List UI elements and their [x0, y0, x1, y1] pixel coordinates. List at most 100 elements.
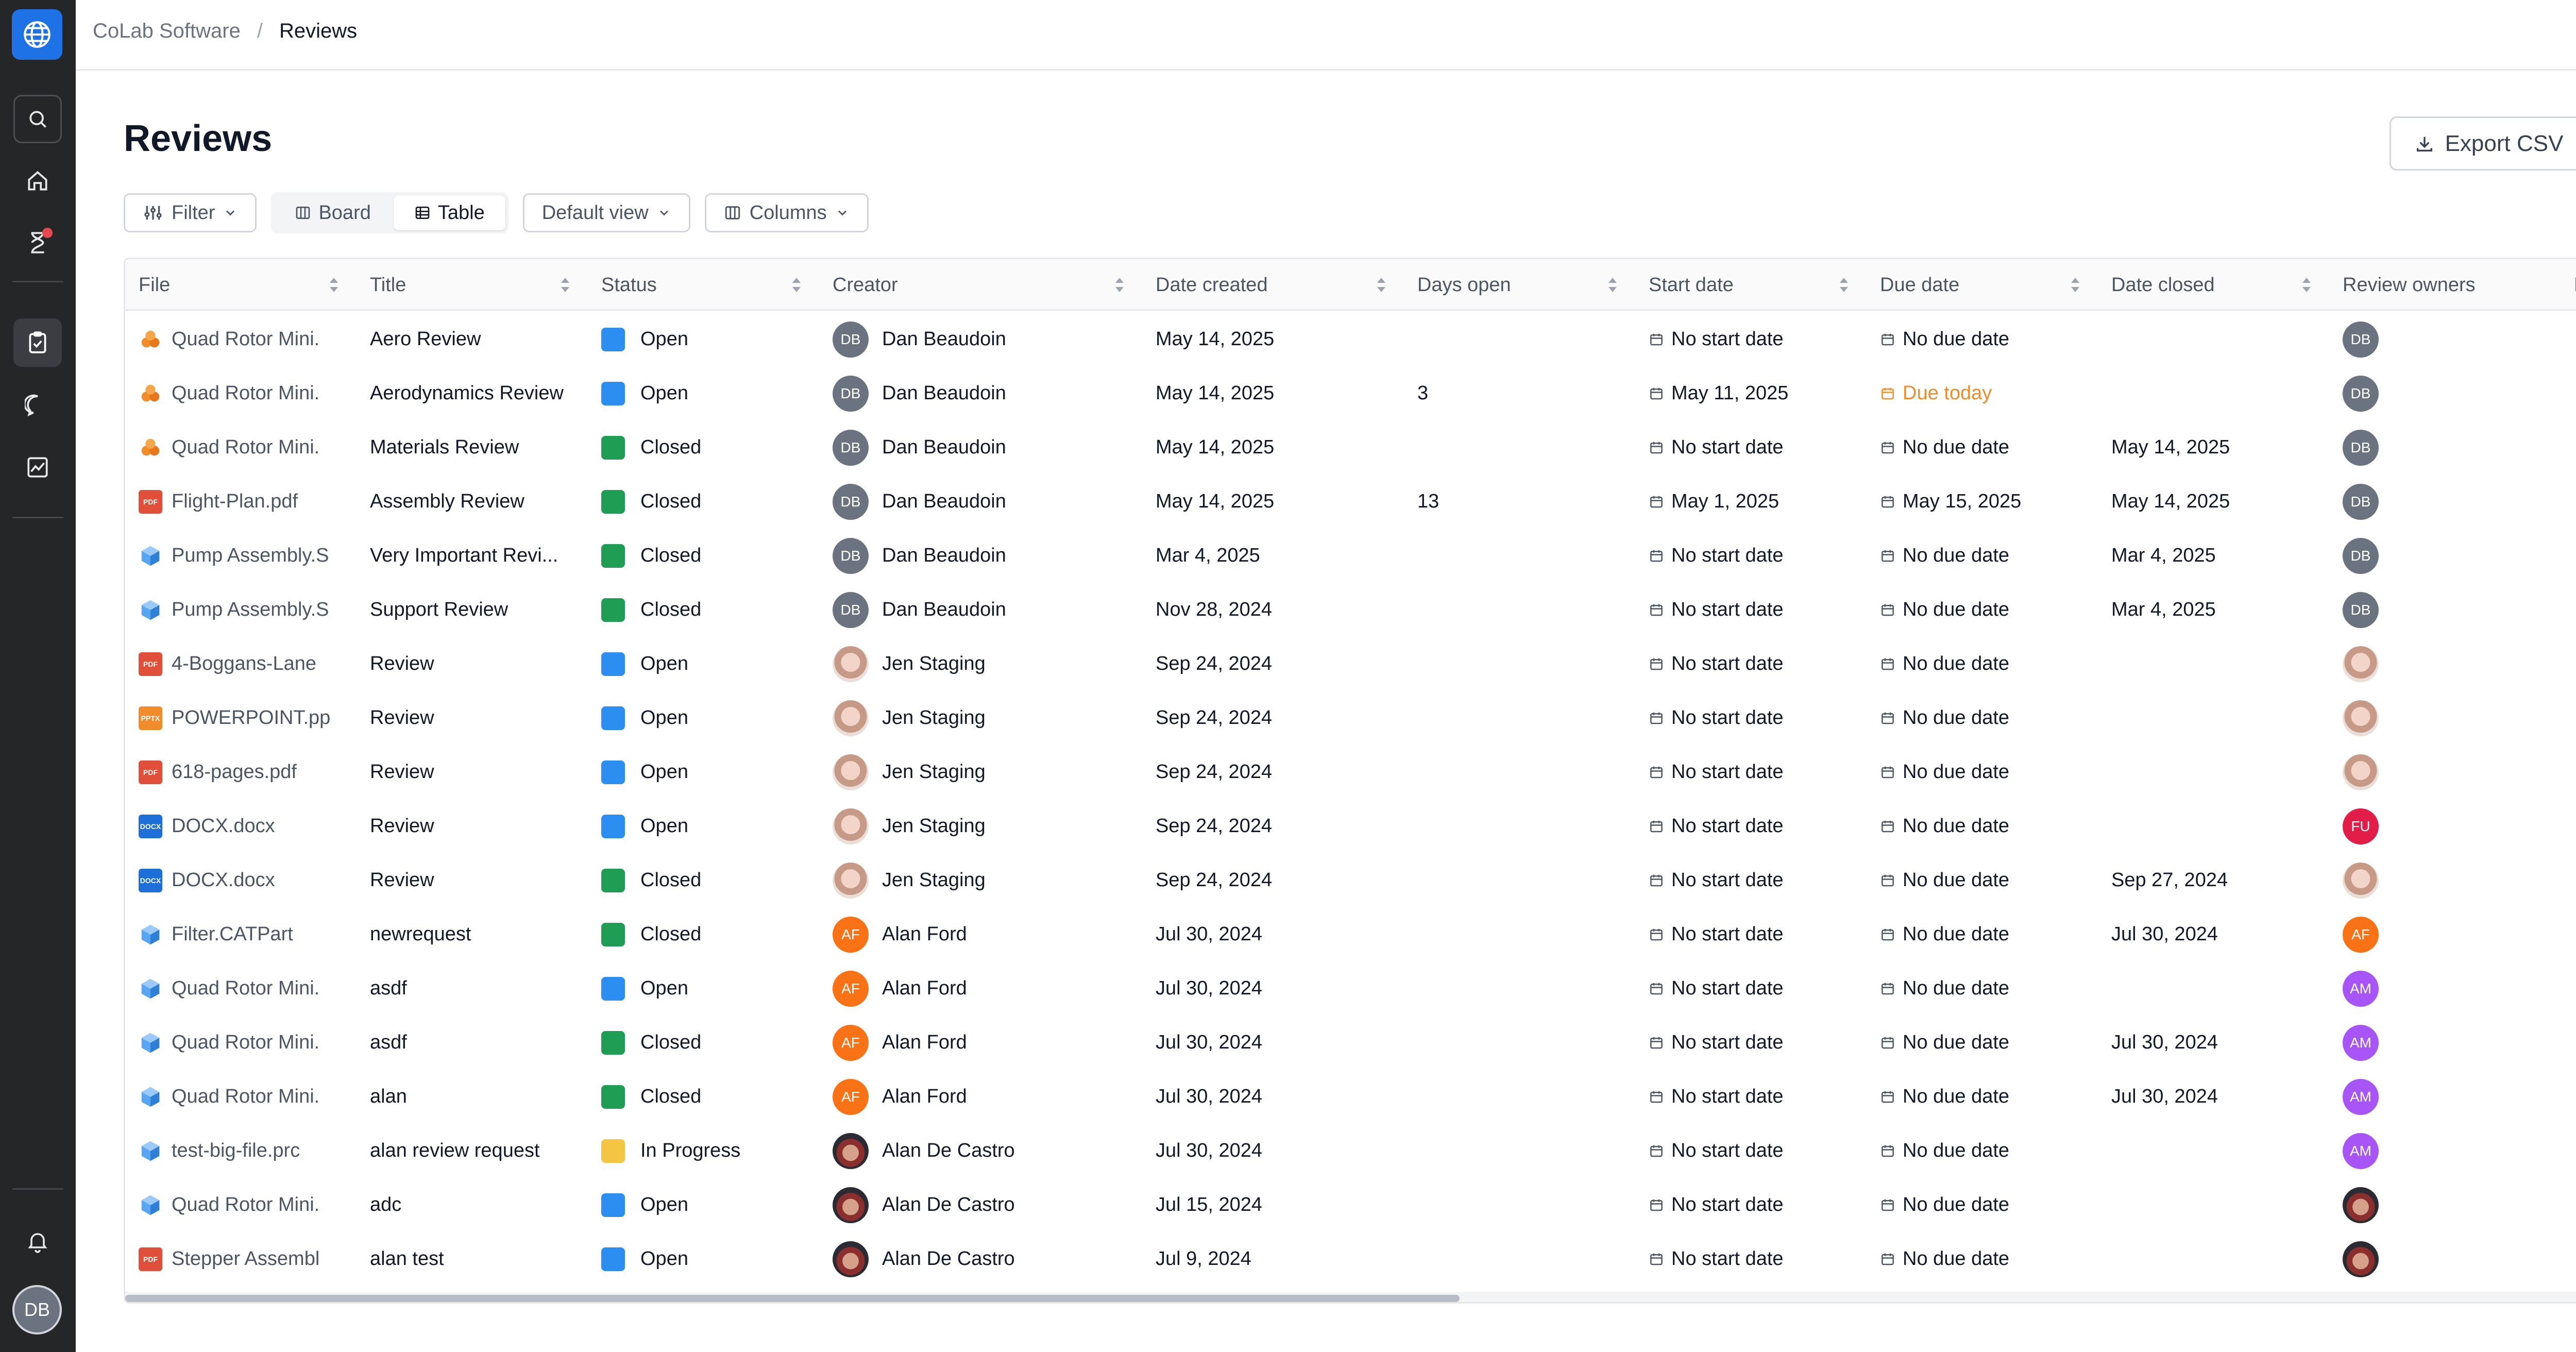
due-date[interactable]: No due date — [1903, 436, 2009, 459]
file-name[interactable]: DOCX.docx — [172, 869, 275, 891]
start-date[interactable]: No start date — [1671, 653, 1784, 675]
search-button[interactable] — [13, 95, 62, 143]
avatar[interactable] — [833, 808, 869, 844]
analytics-button[interactable] — [13, 443, 62, 492]
avatar[interactable] — [2343, 862, 2379, 899]
sort-icon[interactable] — [1114, 277, 1125, 293]
due-date[interactable]: No due date — [1903, 707, 2009, 729]
avatar[interactable] — [833, 862, 869, 899]
avatar[interactable]: DB — [833, 429, 869, 466]
column-header-status[interactable]: Status — [588, 259, 819, 311]
table-row[interactable]: PDF Flight-Plan.pdf Assembly Review Closed D… — [125, 475, 2576, 529]
file-name[interactable]: Quad Rotor Mini. — [172, 382, 319, 404]
file-name[interactable]: Quad Rotor Mini. — [172, 977, 319, 1000]
due-date[interactable]: May 15, 2025 — [1903, 491, 2021, 513]
avatar[interactable] — [2343, 754, 2379, 790]
file-name[interactable]: Quad Rotor Mini. — [172, 436, 319, 459]
avatar[interactable]: AF — [833, 916, 869, 953]
due-date[interactable]: No due date — [1903, 1248, 2009, 1270]
column-header-start-date[interactable]: Start date — [1635, 259, 1867, 311]
sort-icon[interactable] — [2070, 277, 2080, 293]
column-header-file[interactable]: File — [125, 259, 357, 311]
table-row[interactable]: Quad Rotor Mini. asdf Open AF Alan Ford Jul 3… — [125, 961, 2576, 1016]
avatar[interactable]: DB — [833, 483, 869, 520]
file-name[interactable]: Filter.CATPart — [172, 923, 293, 945]
table-row[interactable]: Pump Assembly.S Very Important Revi... Clo… — [125, 529, 2576, 583]
review-title[interactable]: alan test — [370, 1248, 444, 1270]
breadcrumb-org[interactable]: CoLab Software — [93, 20, 241, 43]
discussions-button[interactable] — [13, 381, 62, 430]
avatar[interactable]: AM — [2343, 1024, 2379, 1061]
review-title[interactable]: Materials Review — [370, 436, 519, 459]
file-name[interactable]: Stepper Assembl — [172, 1248, 319, 1270]
file-name[interactable]: Quad Rotor Mini. — [172, 1086, 319, 1108]
column-header-date-created[interactable]: Date created — [1142, 259, 1404, 311]
avatar[interactable] — [2343, 1187, 2379, 1223]
avatar[interactable] — [833, 1241, 869, 1277]
board-view-tab[interactable]: Board — [274, 195, 391, 230]
export-csv-button[interactable]: Export CSV — [2389, 116, 2576, 171]
avatar[interactable] — [2343, 700, 2379, 736]
start-date[interactable]: No start date — [1671, 545, 1784, 567]
due-date[interactable]: Due today — [1903, 382, 1992, 404]
start-date[interactable]: May 1, 2025 — [1671, 491, 1779, 513]
sort-icon[interactable] — [791, 277, 802, 293]
table-row[interactable]: PDF 4-Boggans-Lane Review Open Jen Staging Se… — [125, 637, 2576, 691]
due-date[interactable]: No due date — [1903, 1194, 2009, 1216]
table-row[interactable]: DOCX DOCX.docx Review Open Jen Staging Sep 24… — [125, 799, 2576, 853]
start-date[interactable]: No start date — [1671, 599, 1784, 621]
avatar[interactable]: AF — [833, 970, 869, 1007]
review-title[interactable]: Assembly Review — [370, 491, 524, 513]
start-date[interactable]: No start date — [1671, 977, 1784, 1000]
column-header-date-closed[interactable]: Date closed — [2098, 259, 2329, 311]
review-title[interactable]: asdf — [370, 1032, 407, 1054]
table-row[interactable]: Quad Rotor Mini. alan Closed AF Alan Ford Jul… — [125, 1070, 2576, 1124]
start-date[interactable]: May 11, 2025 — [1671, 382, 1788, 404]
file-name[interactable]: Pump Assembly.S — [172, 545, 329, 567]
sort-icon[interactable] — [1376, 277, 1386, 293]
avatar[interactable]: DB — [2343, 429, 2379, 466]
review-title[interactable]: Review — [370, 653, 434, 675]
avatar[interactable]: AF — [2343, 916, 2379, 953]
table-row[interactable]: Pump Assembly.S Support Review Closed DB Dan… — [125, 583, 2576, 637]
table-row[interactable]: DOCX DOCX.docx Review Closed Jen Staging Sep … — [125, 853, 2576, 907]
avatar[interactable]: DB — [2343, 592, 2379, 628]
file-name[interactable]: Quad Rotor Mini. — [172, 1032, 319, 1054]
due-date[interactable]: No due date — [1903, 977, 2009, 1000]
table-row[interactable]: PPTX POWERPOINT.pp Review Open Jen Staging Se… — [125, 691, 2576, 745]
column-header-title[interactable]: Title — [357, 259, 588, 311]
avatar[interactable]: DB — [833, 592, 869, 628]
review-title[interactable]: Support Review — [370, 599, 508, 621]
due-date[interactable]: No due date — [1903, 1140, 2009, 1162]
horizontal-scrollbar[interactable] — [125, 1295, 1460, 1302]
due-date[interactable]: No due date — [1903, 761, 2009, 783]
column-header-creator[interactable]: Creator — [819, 259, 1142, 311]
start-date[interactable]: No start date — [1671, 1140, 1784, 1162]
review-title[interactable]: newrequest — [370, 923, 471, 945]
review-title[interactable]: Very Important Revi... — [370, 545, 558, 567]
avatar[interactable]: DB — [833, 375, 869, 412]
table-row[interactable]: test-big-file.prc alan review request In P… — [125, 1124, 2576, 1178]
start-date[interactable]: No start date — [1671, 1248, 1784, 1270]
avatar[interactable]: DB — [2343, 375, 2379, 412]
file-name[interactable]: DOCX.docx — [172, 815, 275, 837]
globe-logo-icon[interactable] — [12, 9, 62, 60]
avatar[interactable] — [833, 1187, 869, 1223]
review-title[interactable]: alan review request — [370, 1140, 540, 1162]
file-name[interactable]: Pump Assembly.S — [172, 599, 329, 621]
start-date[interactable]: No start date — [1671, 707, 1784, 729]
due-date[interactable]: No due date — [1903, 923, 2009, 945]
start-date[interactable]: No start date — [1671, 436, 1784, 459]
avatar[interactable]: AF — [833, 1078, 869, 1115]
avatar[interactable]: AF — [833, 1024, 869, 1061]
table-row[interactable]: Quad Rotor Mini. Aero Review Open DB Dan Bea… — [125, 312, 2576, 366]
column-header-days-open[interactable]: Days open — [1404, 259, 1635, 311]
start-date[interactable]: No start date — [1671, 869, 1784, 891]
avatar[interactable]: DB — [833, 321, 869, 358]
avatar[interactable]: DB — [2343, 321, 2379, 358]
filter-button[interactable]: Filter — [124, 193, 257, 232]
avatar[interactable]: AM — [2343, 1078, 2379, 1115]
avatar[interactable] — [833, 1133, 869, 1169]
review-title[interactable]: Aerodynamics Review — [370, 382, 564, 404]
review-title[interactable]: Aero Review — [370, 328, 481, 350]
